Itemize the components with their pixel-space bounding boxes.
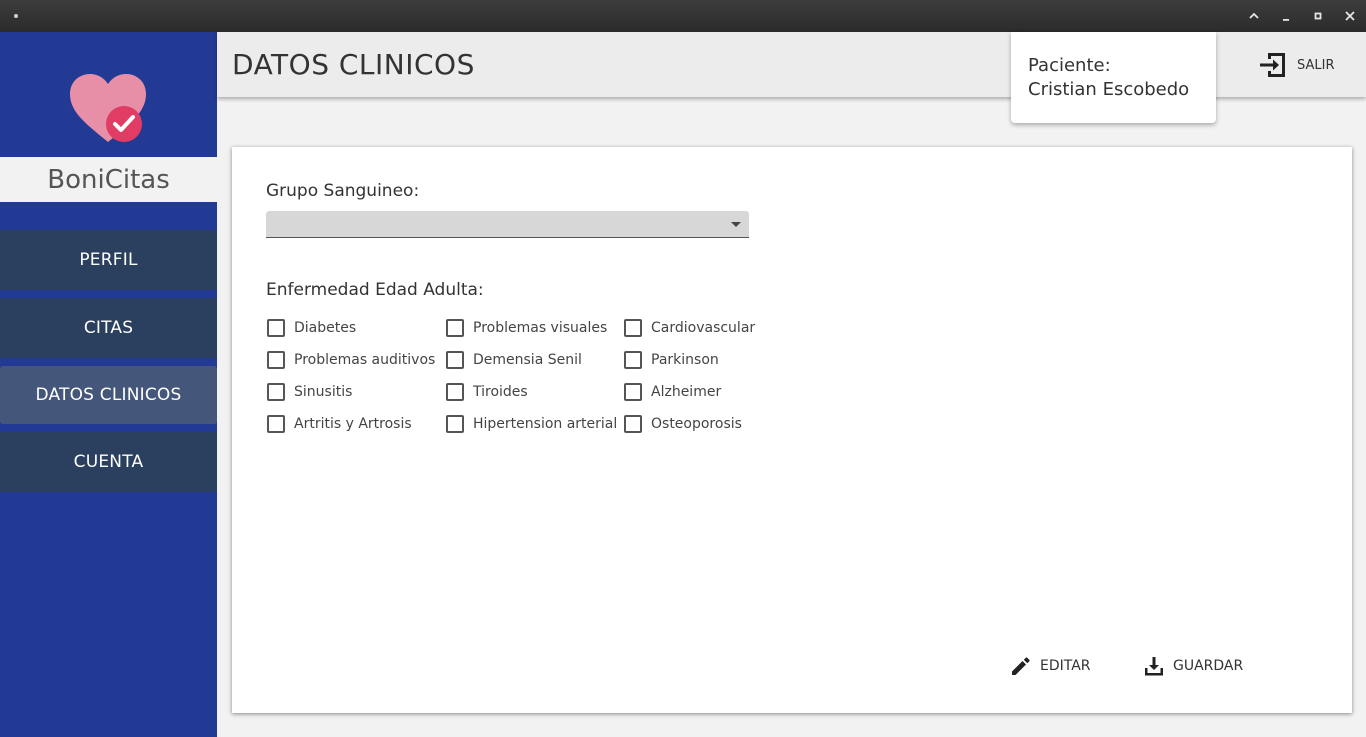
maximize-icon[interactable]	[1308, 6, 1328, 26]
exit-button[interactable]: SALIR	[1258, 49, 1335, 81]
checkbox-problemas-auditivos[interactable]: Problemas auditivos	[267, 351, 435, 369]
checkbox-alzheimer[interactable]: Alzheimer	[624, 383, 721, 401]
minimize-icon[interactable]	[1276, 6, 1296, 26]
checkbox-problemas-visuales[interactable]: Problemas visuales	[446, 319, 607, 337]
heart-check-logo-icon	[70, 74, 146, 142]
window-menu-icon[interactable]	[14, 14, 18, 18]
checkbox-label: Parkinson	[651, 352, 719, 368]
checkbox-label: Cardiovascular	[651, 320, 756, 336]
checkbox-label: Problemas auditivos	[294, 352, 436, 368]
checkbox-label: Alzheimer	[651, 384, 722, 400]
checkbox-box[interactable]	[446, 319, 464, 337]
clinical-data-card: Grupo Sanguineo: Enfermedad Edad Adulta:…	[232, 147, 1352, 713]
checkbox-parkinson[interactable]: Parkinson	[624, 351, 719, 369]
diseases-label: Enfermedad Edad Adulta:	[266, 280, 484, 300]
exit-label: SALIR	[1297, 57, 1335, 73]
checkbox-tiroides[interactable]: Tiroides	[446, 383, 528, 401]
sidebar-item-cuenta[interactable]: CUENTA	[0, 432, 217, 492]
checkbox-label: Hipertension arterial	[473, 416, 618, 432]
window-titlebar	[0, 0, 1366, 32]
checkbox-box[interactable]	[267, 319, 285, 337]
collapse-icon[interactable]	[1244, 6, 1264, 26]
blood-group-label: Grupo Sanguineo:	[266, 181, 420, 201]
checkbox-demensia-senil[interactable]: Demensia Senil	[446, 351, 582, 369]
save-label: GUARDAR	[1173, 658, 1244, 674]
checkbox-label: Problemas visuales	[473, 320, 608, 336]
patient-label: Paciente:	[1028, 55, 1111, 76]
pencil-icon	[1012, 657, 1030, 675]
checkbox-label: Diabetes	[294, 320, 357, 336]
sidebar-item-datos-clinicos[interactable]: DATOS CLINICOS	[0, 366, 217, 424]
blood-group-select[interactable]	[266, 211, 749, 238]
checkbox-diabetes[interactable]: Diabetes	[267, 319, 356, 337]
edit-button[interactable]: EDITAR	[1010, 655, 1091, 677]
sidebar-item-perfil[interactable]: PERFIL	[0, 230, 217, 290]
sidebar-item-citas[interactable]: CITAS	[0, 298, 217, 358]
save-button[interactable]: GUARDAR	[1143, 655, 1243, 677]
checkbox-box[interactable]	[624, 351, 642, 369]
brand-name: BoniCitas	[0, 157, 217, 202]
checkbox-label: Osteoporosis	[651, 416, 742, 432]
patient-card: Paciente: Cristian Escobedo	[1011, 32, 1216, 123]
checkbox-label: Sinusitis	[294, 384, 353, 400]
page-title: DATOS CLINICOS	[232, 48, 475, 81]
checkbox-artritis-artrosis[interactable]: Artritis y Artrosis	[267, 415, 412, 433]
checkbox-label: Tiroides	[473, 384, 528, 400]
checkbox-hipertension-arterial[interactable]: Hipertension arterial	[446, 415, 617, 433]
dropdown-arrow-icon	[731, 222, 741, 227]
download-save-icon	[1145, 657, 1163, 676]
close-icon[interactable]	[1340, 6, 1360, 26]
sidebar: BoniCitas PERFIL CITAS DATOS CLINICOS CU…	[0, 32, 217, 737]
exit-icon	[1260, 53, 1285, 77]
checkbox-box[interactable]	[446, 351, 464, 369]
checkbox-cardiovascular[interactable]: Cardiovascular	[624, 319, 755, 337]
checkbox-label: Demensia Senil	[473, 352, 582, 368]
checkbox-box[interactable]	[267, 383, 285, 401]
checkbox-box[interactable]	[624, 415, 642, 433]
checkbox-box[interactable]	[267, 351, 285, 369]
checkbox-label: Artritis y Artrosis	[294, 416, 412, 432]
checkbox-box[interactable]	[446, 383, 464, 401]
checkbox-box[interactable]	[624, 319, 642, 337]
edit-label: EDITAR	[1040, 658, 1091, 674]
checkbox-sinusitis[interactable]: Sinusitis	[267, 383, 352, 401]
checkbox-box[interactable]	[446, 415, 464, 433]
checkbox-osteoporosis[interactable]: Osteoporosis	[624, 415, 742, 433]
checkbox-box[interactable]	[624, 383, 642, 401]
checkbox-box[interactable]	[267, 415, 285, 433]
patient-name: Cristian Escobedo	[1028, 79, 1190, 100]
